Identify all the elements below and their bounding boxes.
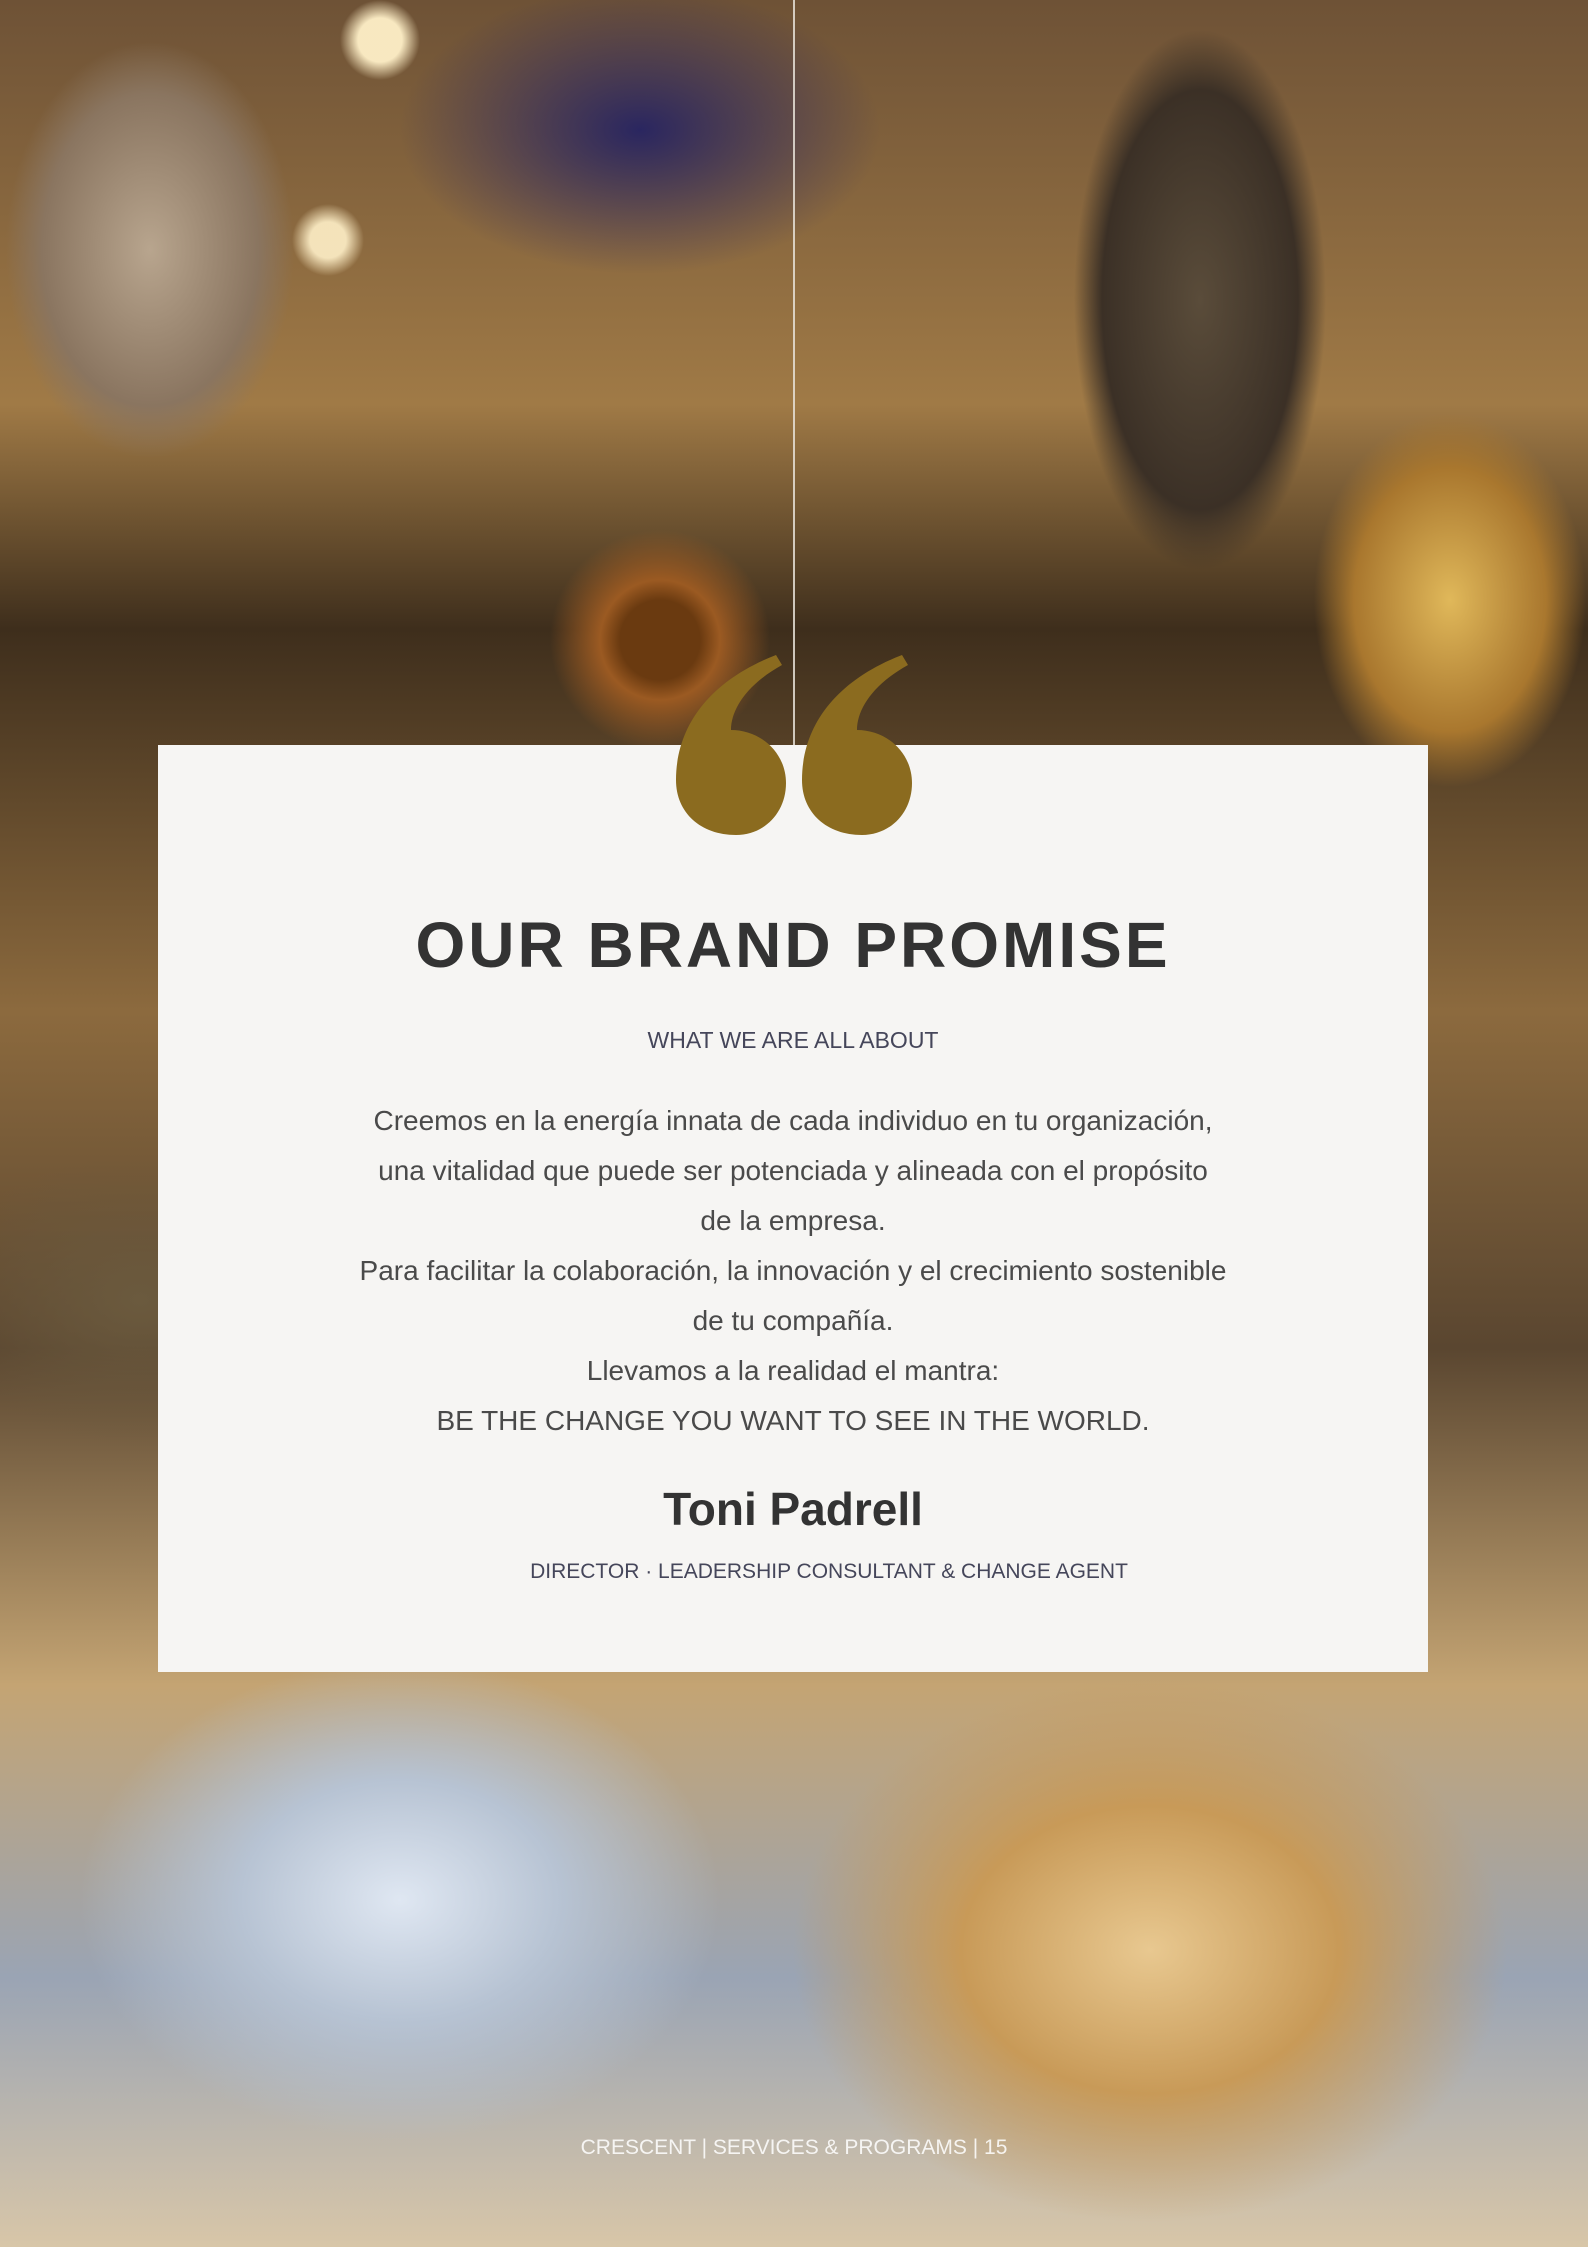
signature-role: DIRECTOR · LEADERSHIP CONSULTANT & CHANG… (530, 1560, 1128, 1583)
body-line: Para facilitar la colaboración, la innov… (359, 1255, 1227, 1286)
signature-name: Toni Padrell (663, 1483, 923, 1535)
quote-open-icon (676, 655, 912, 835)
page-title: OUR BRAND PROMISE (415, 909, 1171, 981)
photo-divider (793, 0, 795, 745)
body-line: de la empresa. (700, 1205, 886, 1236)
page-footer: CRESCENT | SERVICES & PROGRAMS | 15 (580, 2136, 1008, 2159)
mantra-line: BE THE CHANGE YOU WANT TO SEE IN THE WOR… (436, 1405, 1150, 1436)
body-line: Creemos en la energía innata de cada ind… (373, 1105, 1213, 1136)
body-line: de tu compañía. (692, 1305, 894, 1336)
body-line: una vitalidad que puede ser potenciada y… (378, 1155, 1208, 1186)
promise-text: Creemos en la energía innata de cada ind… (300, 1096, 1286, 1446)
page-subtitle: WHAT WE ARE ALL ABOUT (647, 1027, 939, 1053)
body-line: Llevamos a la realidad el mantra: (586, 1355, 1000, 1386)
